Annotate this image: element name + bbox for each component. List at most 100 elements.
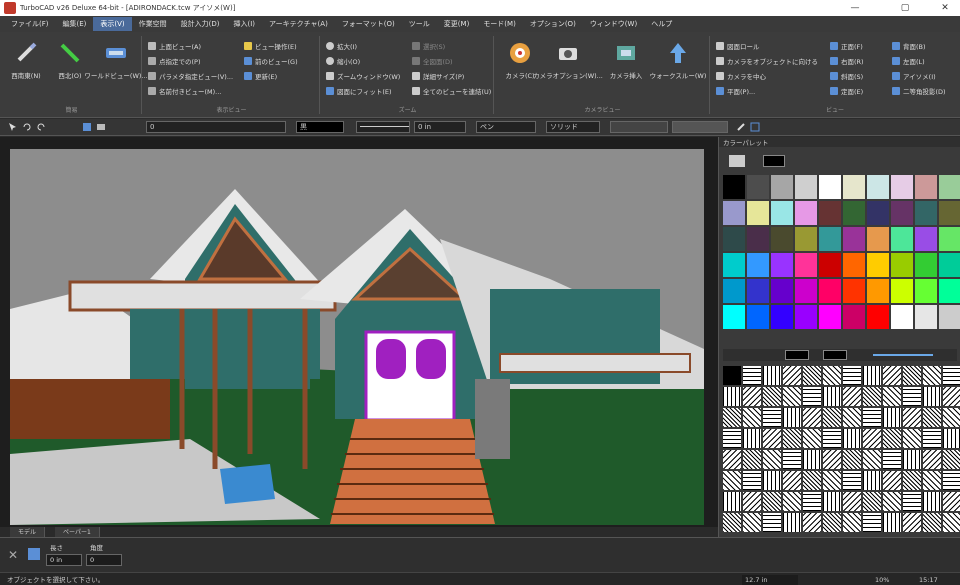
select-arrow-icon[interactable] — [8, 122, 18, 132]
hatch-pattern-swatch[interactable] — [943, 471, 960, 490]
hatch-pattern-swatch[interactable] — [763, 492, 781, 511]
isometric-view-button[interactable]: アイソメ(I) — [892, 70, 936, 81]
hatch-pattern-swatch[interactable] — [863, 471, 881, 490]
color-swatch[interactable] — [915, 227, 937, 251]
hatch-pattern-swatch[interactable] — [843, 387, 861, 406]
hatch-pattern-swatch[interactable] — [863, 450, 881, 469]
color-swatch[interactable] — [915, 279, 937, 303]
hatch-pattern-swatch[interactable] — [943, 387, 960, 406]
color-swatch[interactable] — [915, 175, 937, 199]
hatch-pattern-swatch[interactable] — [823, 450, 841, 469]
color-select[interactable]: 黒 — [296, 121, 344, 133]
3d-viewport[interactable] — [10, 149, 704, 525]
hatch-pattern-swatch[interactable] — [923, 429, 941, 448]
minimize-button[interactable]: — — [840, 0, 870, 16]
param-view-button[interactable]: パラメタ指定ビュー(V)... — [148, 70, 233, 81]
zoom-out-button[interactable]: 縮小(O) — [326, 55, 360, 66]
hatch-pattern-swatch[interactable] — [723, 366, 741, 385]
hatch-pattern-swatch[interactable] — [743, 387, 761, 406]
line-width-select[interactable]: 0 in — [414, 121, 466, 133]
hatch-pattern-swatch[interactable] — [783, 450, 801, 469]
hatch-pattern-swatch[interactable] — [783, 366, 801, 385]
menu-window[interactable]: ウィンドウ(W) — [583, 17, 644, 31]
hatch-pattern-swatch[interactable] — [903, 471, 921, 490]
color-swatch[interactable] — [891, 305, 913, 329]
drawing-roll-button[interactable]: 図面ロール — [716, 40, 760, 51]
color-swatch[interactable] — [771, 227, 793, 251]
hatch-pattern-swatch[interactable] — [923, 471, 941, 490]
color-swatch[interactable] — [795, 305, 817, 329]
scale-slider[interactable] — [873, 354, 933, 356]
blank-select-1[interactable] — [610, 121, 668, 133]
top-view-button[interactable]: 上面ビュー(A) — [148, 40, 201, 51]
hatch-pattern-swatch[interactable] — [883, 366, 901, 385]
color-swatch[interactable] — [891, 253, 913, 277]
hatch-pattern-swatch[interactable] — [783, 429, 801, 448]
menu-modify[interactable]: 変更(M) — [437, 17, 477, 31]
hatch-pattern-swatch[interactable] — [863, 366, 881, 385]
hatch-pattern-swatch[interactable] — [883, 492, 901, 511]
hatch-pattern-swatch[interactable] — [903, 408, 921, 427]
length-input[interactable]: 0 in — [46, 554, 82, 566]
right-view-button[interactable]: 右面(R) — [830, 55, 864, 66]
hatch-pattern-swatch[interactable] — [883, 450, 901, 469]
color-swatch[interactable] — [843, 279, 865, 303]
hatch-pattern-swatch[interactable] — [863, 408, 881, 427]
zoom-in-button[interactable]: 拡大(I) — [326, 40, 357, 51]
hatch-pattern-swatch[interactable] — [723, 408, 741, 427]
menu-file[interactable]: ファイル(F) — [4, 17, 56, 31]
detail-size-button[interactable]: 詳細サイズ(P) — [412, 70, 464, 81]
hatch-pattern-swatch[interactable] — [823, 492, 841, 511]
hatch-pattern-swatch[interactable] — [843, 471, 861, 490]
hatch-pattern-swatch[interactable] — [843, 492, 861, 511]
hatch-pattern-swatch[interactable] — [723, 429, 741, 448]
tab-model[interactable]: モデル — [10, 527, 46, 537]
hatch-pattern-swatch[interactable] — [803, 450, 821, 469]
hatch-pattern-swatch[interactable] — [763, 471, 781, 490]
inspector-icon[interactable] — [28, 548, 40, 560]
hatch-pattern-swatch[interactable] — [743, 471, 761, 490]
color-swatch[interactable] — [771, 305, 793, 329]
hatch-pattern-swatch[interactable] — [883, 471, 901, 490]
menu-view[interactable]: 表示(V) — [93, 17, 132, 31]
hatch-pattern-swatch[interactable] — [923, 387, 941, 406]
hatch-pattern-swatch[interactable] — [823, 429, 841, 448]
color-swatch[interactable] — [795, 253, 817, 277]
hatch-pattern-swatch[interactable] — [943, 513, 960, 532]
hatch-pattern-swatch[interactable] — [743, 450, 761, 469]
tab-paper1[interactable]: ペーパー1 — [55, 527, 100, 537]
hatch-pattern-swatch[interactable] — [803, 366, 821, 385]
hatch-pattern-swatch[interactable] — [803, 429, 821, 448]
color-swatch[interactable] — [819, 201, 841, 225]
color-swatch[interactable] — [843, 201, 865, 225]
color-swatch[interactable] — [795, 227, 817, 251]
link-views-button[interactable]: 全てのビューを連結(U) — [412, 85, 491, 96]
color-swatch[interactable] — [867, 201, 889, 225]
plane-view-button[interactable]: 平面(P)... — [716, 85, 755, 96]
color-swatch[interactable] — [771, 175, 793, 199]
hatch-pattern-swatch[interactable] — [783, 492, 801, 511]
hatch-pattern-swatch[interactable] — [903, 492, 921, 511]
color-swatch[interactable] — [891, 227, 913, 251]
hatch-fill-color[interactable] — [785, 350, 809, 360]
hatch-pattern-swatch[interactable] — [883, 387, 901, 406]
back-view-button[interactable]: 背面(B) — [892, 40, 926, 51]
hatch-pattern-swatch[interactable] — [903, 387, 921, 406]
hatch-pattern-swatch[interactable] — [723, 492, 741, 511]
view-operation-button[interactable]: ビュー操作(E) — [244, 40, 297, 51]
hatch-pattern-swatch[interactable] — [823, 408, 841, 427]
menu-workspace[interactable]: 作業空間 — [132, 17, 174, 31]
zoom-selection-button[interactable]: 選択(S) — [412, 40, 445, 51]
hatch-pattern-swatch[interactable] — [863, 492, 881, 511]
point-view-button[interactable]: 点指定での(P) — [148, 55, 201, 66]
color-swatch[interactable] — [867, 175, 889, 199]
color-swatch[interactable] — [819, 227, 841, 251]
undo-icon[interactable] — [22, 122, 32, 132]
color-swatch[interactable] — [939, 227, 960, 251]
color-swatch[interactable] — [915, 305, 937, 329]
camera-options-button[interactable]: カメラオプション(W)... — [533, 36, 603, 92]
color-swatch[interactable] — [915, 201, 937, 225]
color-swatch[interactable] — [939, 175, 960, 199]
layer-select[interactable]: 0 — [146, 121, 286, 133]
hatch-pattern-swatch[interactable] — [923, 492, 941, 511]
